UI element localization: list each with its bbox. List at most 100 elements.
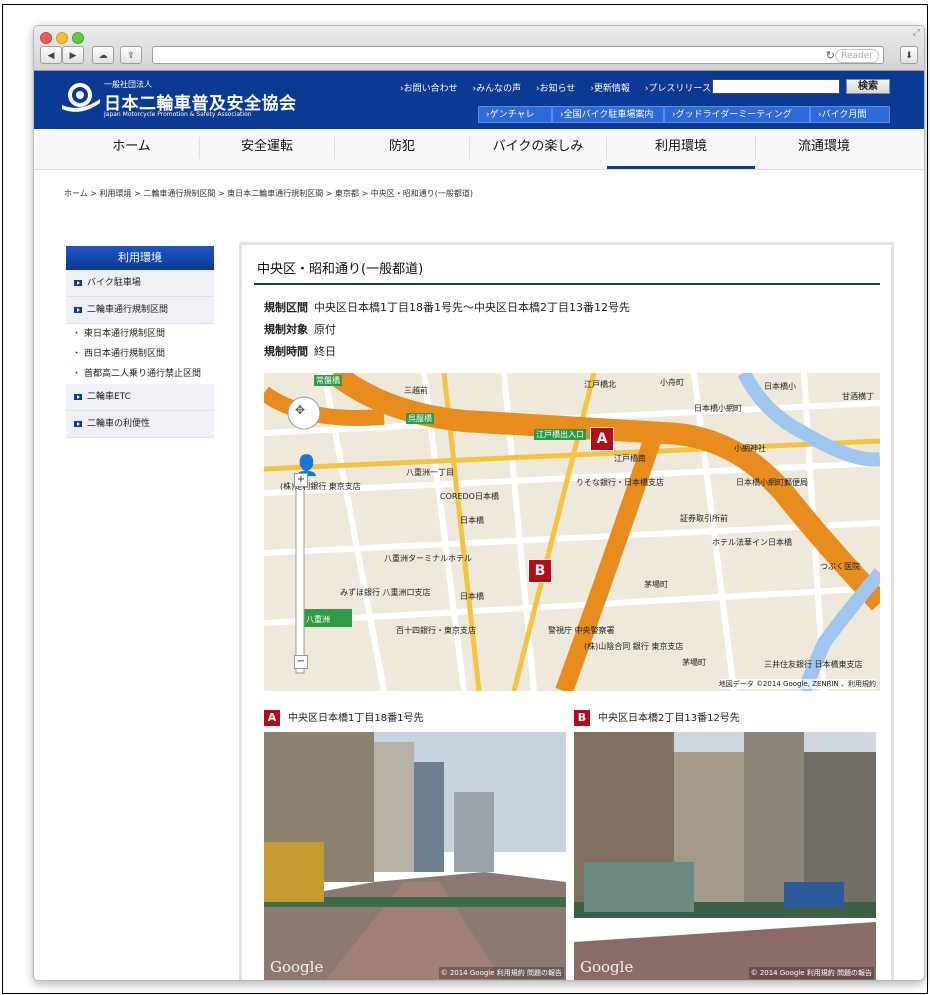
top-link-news[interactable]: ›お知らせ bbox=[536, 84, 581, 94]
nav-home[interactable]: ホーム bbox=[64, 129, 199, 169]
map-label: 八重洲一丁目 bbox=[406, 468, 454, 477]
search-button[interactable]: 検索 bbox=[846, 79, 890, 94]
map-label: 日本橋 bbox=[460, 516, 484, 525]
sub-link-parking[interactable]: ›全国バイク駐車場案内 bbox=[552, 106, 664, 123]
arrow-bullet-icon bbox=[74, 279, 82, 286]
top-link-voice[interactable]: ›みんなの声 bbox=[473, 84, 528, 94]
main-content: 中央区・昭和通り(一般都道) 規制区間 中央区日本橋1丁目18番1号先〜中央区日本… bbox=[239, 242, 894, 980]
browser-window: ⤢ ◀ ▶ ☁ ⇪ ↻ Reader ⬇ 一般社団法人 日本二輪車普及安全協会 … bbox=[33, 25, 925, 981]
map-label: 江戸橋出入口 bbox=[534, 429, 586, 440]
map-label: 甘酒横丁 bbox=[842, 392, 874, 401]
map-label: 証券取引所前 bbox=[680, 514, 728, 523]
map-label: 茅場町 bbox=[682, 658, 706, 667]
sidebar-subitem-shutoko[interactable]: 首都高二人乗り通行禁止区間 bbox=[66, 364, 202, 384]
sub-link-bike-month[interactable]: ›バイク月間 bbox=[810, 106, 890, 123]
photo-credit[interactable]: © 2014 Google 利用規約 問題の報告 bbox=[748, 967, 874, 979]
time-row: 規制時間 終日 bbox=[264, 343, 336, 359]
sidebar-heading[interactable]: 利用環境 bbox=[66, 246, 214, 270]
nav-crime-prevention[interactable]: 防犯 bbox=[335, 129, 469, 169]
zoom-out-button[interactable]: − bbox=[294, 655, 308, 669]
target-row: 規制対象 原付 bbox=[264, 321, 336, 337]
nav-distribution[interactable]: 流通環境 bbox=[756, 129, 892, 169]
map-label: 江戸橋南 bbox=[614, 454, 646, 463]
close-window-button[interactable] bbox=[40, 32, 52, 44]
section-value: 中央区日本橋1丁目18番1号先〜中央区日本橋2丁目13番12号先 bbox=[314, 301, 630, 314]
map-pan-control-icon[interactable]: ✥ bbox=[295, 403, 305, 417]
browser-toolbar: ⤢ ◀ ▶ ☁ ⇪ ↻ Reader ⬇ bbox=[34, 26, 924, 71]
map-label: 三井住友銀行 日本橋東支店 bbox=[764, 660, 863, 669]
map-label: りそな銀行・日本橋支店 bbox=[576, 478, 664, 487]
target-value: 原付 bbox=[314, 323, 336, 336]
map-label: 小網神社 bbox=[734, 444, 766, 453]
reload-icon[interactable]: ↻ bbox=[826, 49, 835, 62]
photo-a-badge: A bbox=[264, 710, 280, 726]
back-button[interactable]: ◀ bbox=[40, 46, 62, 64]
share-icon[interactable]: ⇪ bbox=[120, 46, 142, 64]
map-label: 三越前 bbox=[404, 386, 428, 395]
zoom-window-button[interactable] bbox=[72, 32, 84, 44]
photo-b-badge: B bbox=[574, 710, 590, 726]
map-credit[interactable]: 地図データ ©2014 Google, ZENRIN 、利用規約 bbox=[718, 679, 876, 689]
breadcrumb[interactable]: ホーム > 利用環境 > 二輪車通行規制区間 > 東日本二輪車通行規制区間 > … bbox=[64, 188, 473, 199]
sidebar-item-etc[interactable]: 二輪車ETC bbox=[66, 384, 214, 411]
sidebar-item-parking[interactable]: バイク駐車場 bbox=[66, 270, 214, 297]
map-label: つぶく医院 bbox=[820, 562, 860, 571]
target-label: 規制対象 bbox=[264, 323, 308, 336]
map-label: (株)足利銀行 東京支店 bbox=[280, 482, 361, 491]
google-watermark: Google bbox=[580, 958, 634, 976]
sidebar: 利用環境 バイク駐車場 二輪車通行規制区間 東日本通行規制区間 西日本通行規制区… bbox=[66, 246, 214, 438]
jmpsa-logo-icon[interactable] bbox=[62, 83, 100, 113]
map-label: ホテル法華イン日本橋 bbox=[712, 538, 792, 547]
address-bar[interactable]: ↻ Reader bbox=[152, 46, 884, 64]
sub-link-genchalle[interactable]: ›ゲンチャレ bbox=[478, 106, 552, 123]
map-label: 茅場町 bbox=[644, 580, 668, 589]
forward-button[interactable]: ▶ bbox=[62, 46, 84, 64]
time-value: 終日 bbox=[314, 345, 336, 358]
map-label: (株)山陰合同 銀行 東京支店 bbox=[584, 642, 684, 651]
top-links: ›お問い合わせ ›みんなの声 ›お知らせ ›更新情報 ›プレスリリース bbox=[400, 81, 723, 94]
photo-credit[interactable]: © 2014 Google 利用規約 問題の報告 bbox=[438, 967, 564, 979]
photo-a-caption: A 中央区日本橋1丁目18番1号先 bbox=[264, 709, 423, 726]
map-pin-a[interactable]: A bbox=[590, 427, 614, 451]
street-view-photo-b[interactable]: Google © 2014 Google 利用規約 問題の報告 bbox=[574, 732, 876, 980]
map-pin-b[interactable]: B bbox=[528, 559, 552, 583]
downloads-icon[interactable]: ⬇ bbox=[900, 46, 918, 64]
org-name-en: Japan Motorcycle Promotion & Safety Asso… bbox=[104, 111, 252, 118]
map-label: 小舟町 bbox=[660, 378, 684, 387]
sidebar-subitem-east[interactable]: 東日本通行規制区間 bbox=[66, 324, 214, 344]
sidebar-item-restriction[interactable]: 二輪車通行規制区間 bbox=[66, 297, 214, 324]
global-nav: ホーム 安全運転 防犯 バイクの楽しみ 利用環境 流通環境 bbox=[34, 129, 924, 170]
nav-environment[interactable]: 利用環境 bbox=[607, 129, 755, 169]
top-link-press[interactable]: ›プレスリリース bbox=[645, 84, 717, 94]
time-label: 規制時間 bbox=[264, 345, 308, 358]
title-underline bbox=[254, 283, 880, 285]
street-view-image bbox=[264, 732, 566, 980]
map-roads bbox=[264, 373, 880, 691]
sidebar-item-convenience[interactable]: 二輪車の利便性 bbox=[66, 411, 214, 438]
arrow-bullet-icon bbox=[74, 306, 82, 313]
map-label: 日本橋小網町郵便局 bbox=[736, 478, 808, 487]
map-label: 呉服橋 bbox=[406, 413, 434, 424]
minimize-window-button[interactable] bbox=[56, 32, 68, 44]
arrow-bullet-icon bbox=[74, 420, 82, 427]
map-label: 常盤橋 bbox=[314, 375, 342, 386]
zoom-in-button[interactable]: + bbox=[294, 473, 308, 487]
fullscreen-icon[interactable]: ⤢ bbox=[913, 28, 920, 38]
reader-button[interactable]: Reader bbox=[835, 49, 879, 63]
map-label: みずほ銀行 八重洲口支店 bbox=[340, 588, 431, 597]
sidebar-subitem-west[interactable]: 西日本通行規制区間 bbox=[66, 344, 214, 364]
map-label: 日本橋 bbox=[460, 592, 484, 601]
map-label: 日本橋小 bbox=[764, 382, 796, 391]
nav-enjoy-bike[interactable]: バイクの楽しみ bbox=[470, 129, 606, 169]
top-link-contact[interactable]: ›お問い合わせ bbox=[400, 84, 464, 94]
top-link-updates[interactable]: ›更新情報 bbox=[590, 84, 636, 94]
sub-link-goodrider[interactable]: ›グッドライダーミーティング bbox=[664, 106, 810, 123]
search-input[interactable] bbox=[712, 79, 840, 94]
map-label: 日本橋小網町 bbox=[694, 404, 742, 413]
street-view-photo-a[interactable]: Google © 2014 Google 利用規約 問題の報告 bbox=[264, 732, 566, 980]
icloud-icon[interactable]: ☁ bbox=[92, 46, 114, 64]
arrow-bullet-icon bbox=[74, 393, 82, 400]
page-frame: ⤢ ◀ ▶ ☁ ⇪ ↻ Reader ⬇ 一般社団法人 日本二輪車普及安全協会 … bbox=[2, 4, 928, 994]
route-map[interactable]: A B 常盤橋 三越前 江戸橋北 小舟町 日本橋小 甘酒横丁 呉服橋 江戸橋出入… bbox=[264, 373, 880, 691]
nav-safety[interactable]: 安全運転 bbox=[200, 129, 334, 169]
